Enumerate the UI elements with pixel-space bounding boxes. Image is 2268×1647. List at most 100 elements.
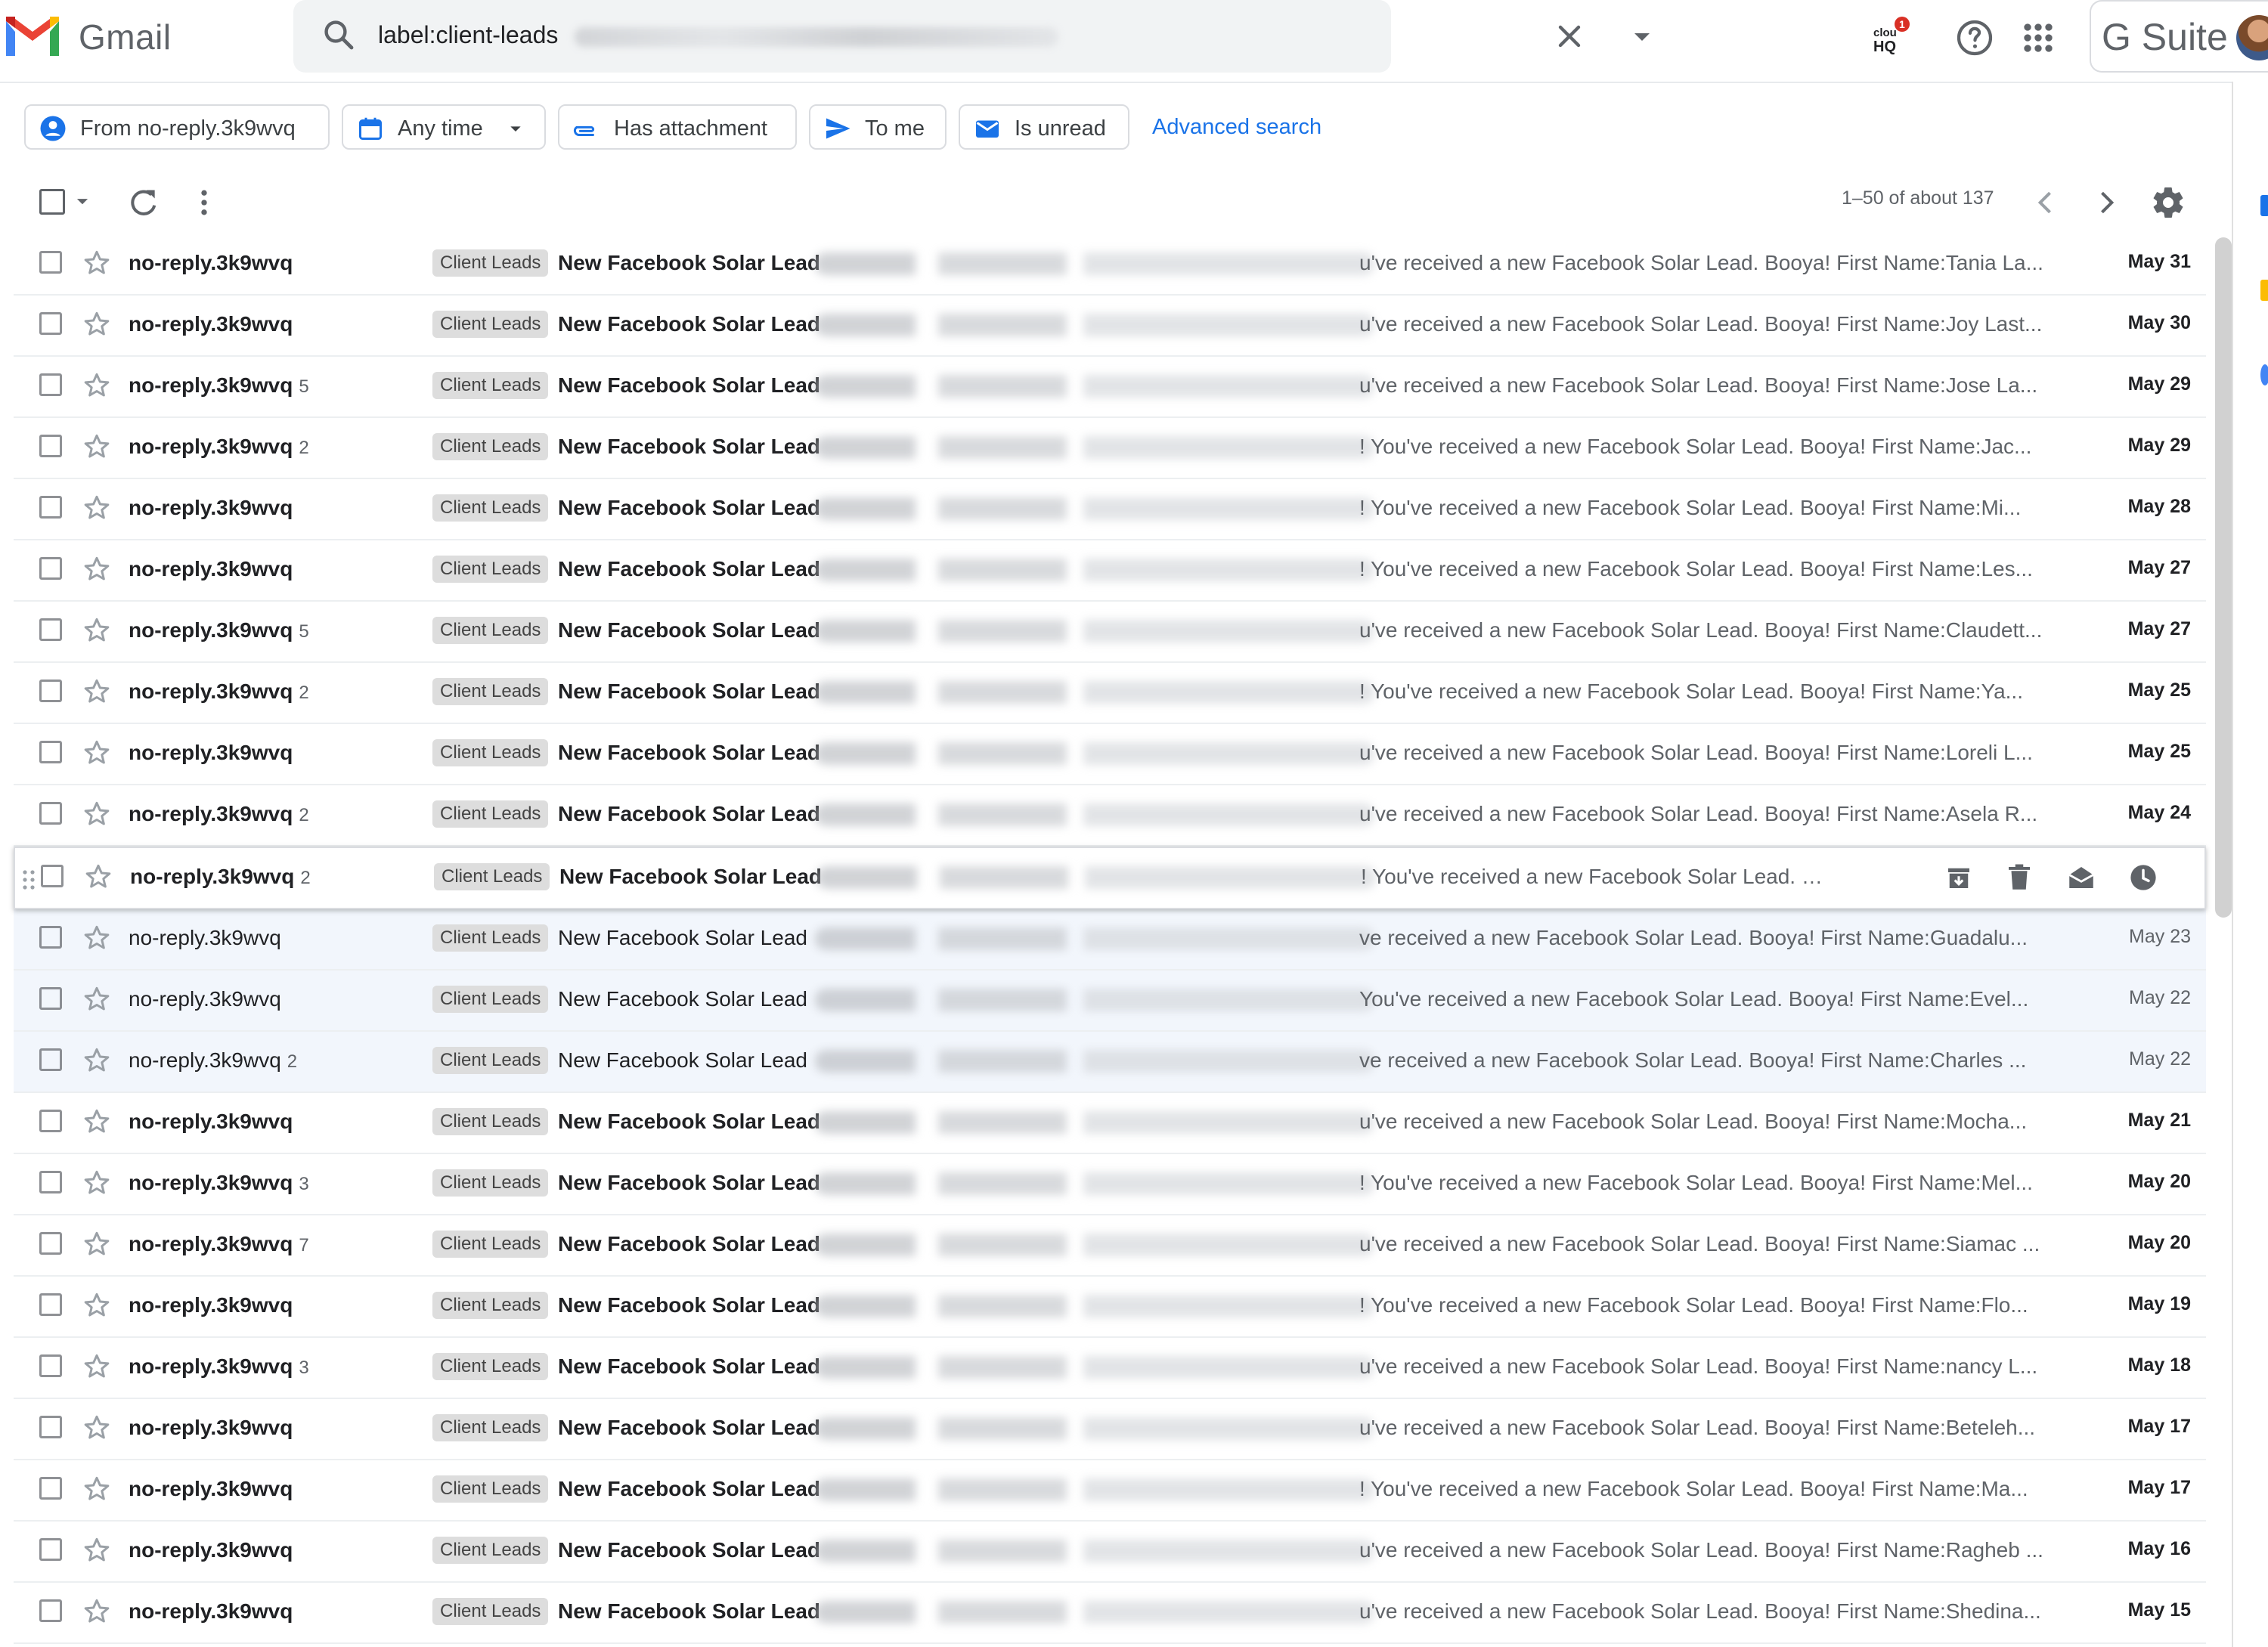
- label-chip[interactable]: Client Leads: [432, 800, 549, 828]
- star-icon[interactable]: [82, 1290, 112, 1320]
- label-chip[interactable]: Client Leads: [432, 433, 549, 460]
- label-chip[interactable]: Client Leads: [432, 1598, 549, 1625]
- row-checkbox[interactable]: [39, 1538, 62, 1561]
- chip-has-attachment[interactable]: Has attachment: [558, 104, 797, 150]
- calendar-addon-icon[interactable]: [2260, 195, 2268, 216]
- search-query[interactable]: label:client-leads: [378, 21, 558, 49]
- star-icon[interactable]: [82, 1168, 112, 1198]
- star-icon[interactable]: [82, 1045, 112, 1076]
- label-chip[interactable]: Client Leads: [432, 739, 549, 766]
- row-checkbox[interactable]: [39, 1232, 62, 1255]
- star-icon[interactable]: [82, 1351, 112, 1382]
- chip-any-time[interactable]: Any time: [342, 104, 546, 150]
- email-row[interactable]: no-reply.3k9wvq Client Leads New Facebook …: [14, 1093, 2206, 1154]
- email-row[interactable]: no-reply.3k9wvq Client Leads New Facebook …: [14, 1460, 2206, 1522]
- keep-addon-icon[interactable]: [2260, 280, 2268, 301]
- label-chip[interactable]: Client Leads: [432, 1537, 549, 1564]
- label-chip[interactable]: Client Leads: [432, 311, 549, 338]
- row-checkbox[interactable]: [39, 1416, 62, 1438]
- email-row[interactable]: no-reply.3k9wvq Client Leads New Facebook …: [14, 1522, 2206, 1583]
- email-row[interactable]: no-reply.3k9wvq 7 Client Leads New Facebook…: [14, 1215, 2206, 1277]
- star-icon[interactable]: [82, 370, 112, 401]
- email-row[interactable]: no-reply.3k9wvq 2 Client Leads New Facebook…: [14, 847, 2206, 909]
- advanced-search-link[interactable]: Advanced search: [1152, 115, 1321, 140]
- snooze-icon[interactable]: [2127, 862, 2159, 893]
- row-checkbox[interactable]: [39, 1354, 62, 1377]
- star-icon[interactable]: [82, 309, 112, 339]
- select-all-checkbox[interactable]: [39, 189, 65, 215]
- star-icon[interactable]: [82, 984, 112, 1014]
- row-checkbox[interactable]: [39, 373, 62, 396]
- apps-grid-icon[interactable]: [2017, 17, 2059, 59]
- row-checkbox[interactable]: [39, 926, 62, 949]
- label-chip[interactable]: Client Leads: [432, 1108, 549, 1135]
- drag-handle-icon[interactable]: [21, 869, 36, 890]
- star-icon[interactable]: [82, 615, 112, 645]
- label-chip[interactable]: Client Leads: [432, 924, 549, 952]
- email-row[interactable]: no-reply.3k9wvq Client Leads New Facebook …: [14, 1583, 2206, 1644]
- label-chip[interactable]: Client Leads: [432, 494, 549, 522]
- email-row[interactable]: no-reply.3k9wvq 2 Client Leads New Facebook…: [14, 1032, 2206, 1093]
- label-chip[interactable]: Client Leads: [432, 986, 549, 1013]
- star-icon[interactable]: [82, 738, 112, 768]
- star-icon[interactable]: [82, 248, 112, 278]
- row-checkbox[interactable]: [39, 1477, 62, 1500]
- label-chip[interactable]: Client Leads: [432, 1047, 549, 1074]
- close-icon[interactable]: [1551, 18, 1588, 54]
- email-row[interactable]: no-reply.3k9wvq 2 Client Leads New Facebook…: [14, 663, 2206, 724]
- label-chip[interactable]: Client Leads: [434, 863, 550, 890]
- row-checkbox[interactable]: [39, 741, 62, 763]
- search-bar[interactable]: label:client-leads: [293, 0, 1650, 73]
- label-chip[interactable]: Client Leads: [432, 617, 549, 644]
- star-icon[interactable]: [82, 1107, 112, 1137]
- row-checkbox[interactable]: [39, 251, 62, 274]
- help-icon[interactable]: [1954, 17, 1996, 59]
- label-chip[interactable]: Client Leads: [432, 556, 549, 583]
- tasks-addon-icon[interactable]: [2260, 364, 2268, 385]
- chevron-left-icon[interactable]: [2029, 186, 2062, 219]
- star-icon[interactable]: [82, 1413, 112, 1443]
- email-row[interactable]: no-reply.3k9wvq Client Leads New Facebook …: [14, 540, 2206, 602]
- star-icon[interactable]: [82, 923, 112, 953]
- star-icon[interactable]: [83, 862, 113, 892]
- scrollbar-thumb[interactable]: [2215, 237, 2232, 918]
- email-row[interactable]: no-reply.3k9wvq Client Leads New Facebook …: [14, 296, 2206, 357]
- archive-icon[interactable]: [1943, 862, 1975, 893]
- email-row[interactable]: no-reply.3k9wvq 2 Client Leads New Facebook…: [14, 785, 2206, 847]
- label-chip[interactable]: Client Leads: [432, 1231, 549, 1258]
- chip-from[interactable]: From no-reply.3k9wvq: [24, 104, 330, 150]
- chip-to-me[interactable]: To me: [809, 104, 947, 150]
- cloudhq-icon[interactable]: clou HQ 1: [1869, 17, 1911, 59]
- label-chip[interactable]: Client Leads: [432, 1292, 549, 1319]
- email-row[interactable]: no-reply.3k9wvq 2 Client Leads New Facebook…: [14, 418, 2206, 479]
- chip-is-unread[interactable]: Is unread: [959, 104, 1129, 150]
- label-chip[interactable]: Client Leads: [432, 1353, 549, 1380]
- email-row[interactable]: no-reply.3k9wvq Client Leads New Facebook …: [14, 1399, 2206, 1460]
- email-row[interactable]: no-reply.3k9wvq 3 Client Leads New Facebook…: [14, 1338, 2206, 1399]
- row-checkbox[interactable]: [39, 1110, 62, 1132]
- email-row[interactable]: no-reply.3k9wvq Client Leads New Facebook …: [14, 971, 2206, 1032]
- row-checkbox[interactable]: [39, 496, 62, 519]
- dropdown-arrow-icon[interactable]: [1624, 18, 1660, 54]
- mark-read-icon[interactable]: [2065, 862, 2097, 893]
- email-row[interactable]: no-reply.3k9wvq 3 Client Leads New Facebook…: [14, 1154, 2206, 1215]
- star-icon[interactable]: [82, 799, 112, 829]
- label-chip[interactable]: Client Leads: [432, 372, 549, 399]
- row-checkbox[interactable]: [39, 802, 62, 825]
- delete-icon[interactable]: [2003, 862, 2035, 893]
- star-icon[interactable]: [82, 554, 112, 584]
- email-row[interactable]: no-reply.3k9wvq Client Leads New Facebook …: [14, 479, 2206, 540]
- star-icon[interactable]: [82, 1535, 112, 1565]
- row-checkbox[interactable]: [39, 1599, 62, 1622]
- star-icon[interactable]: [82, 1474, 112, 1504]
- email-row[interactable]: no-reply.3k9wvq Client Leads New Facebook …: [14, 234, 2206, 296]
- row-checkbox[interactable]: [39, 435, 62, 457]
- search-icon[interactable]: [321, 17, 357, 53]
- more-vert-icon[interactable]: [187, 186, 221, 219]
- gmail-logo[interactable]: [3, 14, 62, 57]
- settings-gear-icon[interactable]: [2150, 184, 2186, 221]
- label-chip[interactable]: Client Leads: [432, 249, 549, 277]
- label-chip[interactable]: Client Leads: [432, 678, 549, 705]
- row-checkbox[interactable]: [39, 680, 62, 702]
- email-row[interactable]: no-reply.3k9wvq Client Leads New Facebook …: [14, 1277, 2206, 1338]
